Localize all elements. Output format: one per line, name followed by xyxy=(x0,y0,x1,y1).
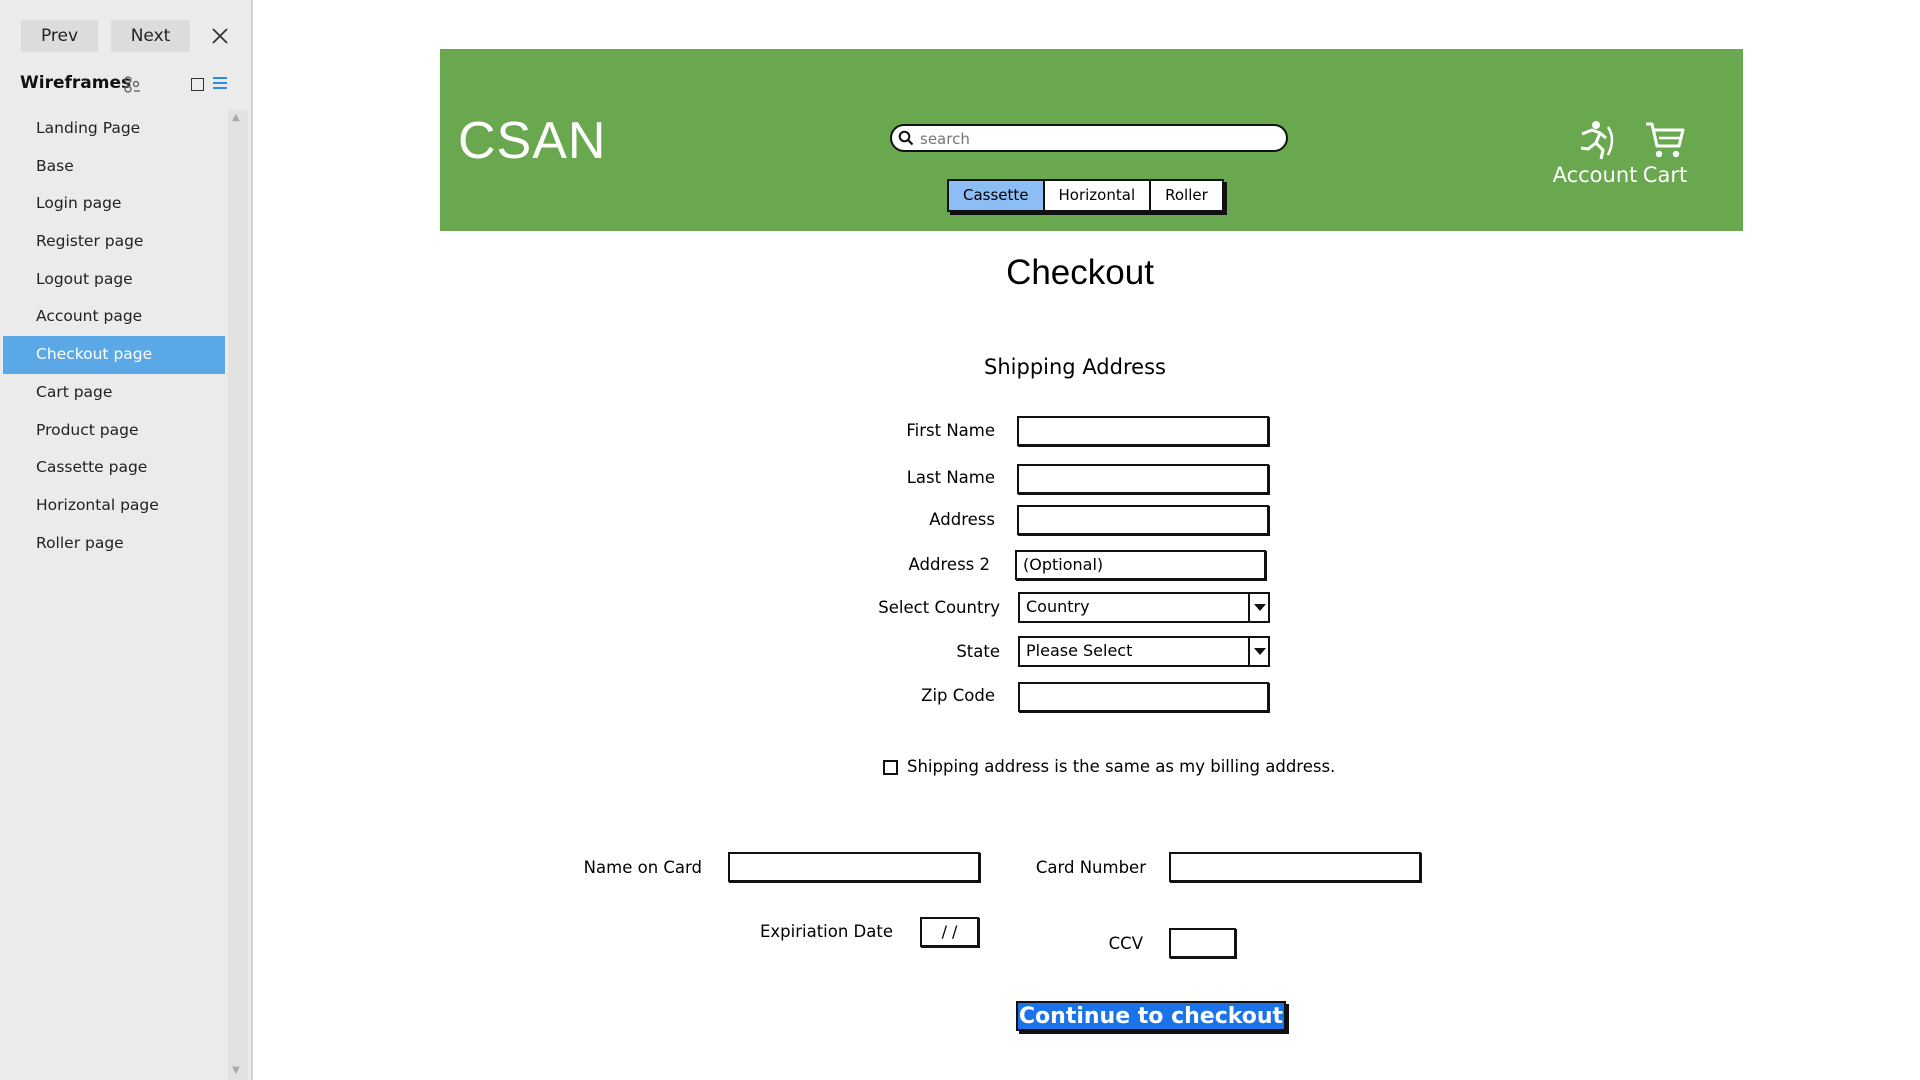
address-label: Address xyxy=(929,510,995,529)
running-person-icon xyxy=(1580,121,1614,160)
address2-label: Address 2 xyxy=(908,555,990,574)
search-bar[interactable] xyxy=(890,124,1288,152)
link-icon[interactable] xyxy=(122,75,142,95)
account-label: Account xyxy=(1552,163,1638,187)
state-select-value: Please Select xyxy=(1026,641,1133,660)
cart-label: Cart xyxy=(1642,163,1688,187)
country-select-value: Country xyxy=(1026,597,1090,616)
tab-horizontal[interactable]: Horizontal xyxy=(1044,181,1152,210)
country-select[interactable]: Country xyxy=(1018,592,1270,623)
next-button[interactable]: Next xyxy=(111,20,190,52)
page-item-base[interactable]: Base xyxy=(3,148,225,186)
page-item-logout[interactable]: Logout page xyxy=(3,261,225,299)
last-name-label: Last Name xyxy=(906,468,995,487)
panel-title: Wireframes xyxy=(20,73,132,93)
state-select[interactable]: Please Select xyxy=(1018,636,1270,667)
page-item-landing[interactable]: Landing Page xyxy=(3,110,225,148)
page-item-product[interactable]: Product page xyxy=(3,412,225,450)
scroll-down-icon[interactable]: ▼ xyxy=(232,1065,240,1076)
last-name-field[interactable] xyxy=(1017,464,1269,494)
scroll-up-icon[interactable]: ▲ xyxy=(232,112,240,123)
shopping-cart-icon xyxy=(1646,122,1685,158)
page-item-register[interactable]: Register page xyxy=(3,223,225,261)
ccv-field[interactable] xyxy=(1169,928,1236,958)
tab-cassette[interactable]: Cassette xyxy=(949,181,1045,210)
prev-button[interactable]: Prev xyxy=(21,20,98,52)
search-input[interactable] xyxy=(918,128,1272,150)
country-label: Select Country xyxy=(878,598,1000,617)
same-address-label: Shipping address is the same as my billi… xyxy=(907,757,1336,776)
page-title: Checkout xyxy=(1006,253,1154,292)
page-item-cassette[interactable]: Cassette page xyxy=(3,449,225,487)
site-header: CSAN Cassette Horizontal Roller Account … xyxy=(440,49,1743,231)
first-name-label: First Name xyxy=(906,421,995,440)
tab-roller[interactable]: Roller xyxy=(1151,181,1222,210)
ccv-label: CCV xyxy=(1108,934,1143,953)
zip-code-label: Zip Code xyxy=(921,686,995,705)
page-item-horizontal[interactable]: Horizontal page xyxy=(3,487,225,525)
page-item-account[interactable]: Account page xyxy=(3,298,225,336)
expiration-date-label: Expiriation Date xyxy=(759,922,893,941)
card-number-field[interactable] xyxy=(1169,852,1421,882)
zip-code-field[interactable] xyxy=(1018,682,1269,712)
page-item-checkout[interactable]: Checkout page xyxy=(3,336,225,374)
same-address-checkbox[interactable] xyxy=(883,760,898,775)
continue-to-checkout-button[interactable]: Continue to checkout xyxy=(1016,1001,1286,1031)
category-tabs: Cassette Horizontal Roller xyxy=(947,179,1224,212)
chevron-down-icon[interactable] xyxy=(1248,594,1268,621)
card-number-label: Card Number xyxy=(1035,858,1146,877)
search-icon xyxy=(898,130,914,146)
address-field[interactable] xyxy=(1017,505,1269,535)
shipping-section-title: Shipping Address xyxy=(984,355,1166,379)
address2-field[interactable]: (Optional) xyxy=(1015,550,1266,580)
wireframes-panel: Prev Next Wireframes Landing Page Base L… xyxy=(0,0,253,1080)
page-item-login[interactable]: Login page xyxy=(3,185,225,223)
state-label: State xyxy=(956,642,1000,661)
page-list: Landing Page Base Login page Register pa… xyxy=(0,110,228,562)
cart-link[interactable]: Cart xyxy=(1640,119,1690,187)
single-view-icon[interactable] xyxy=(191,78,204,91)
first-name-field[interactable] xyxy=(1017,416,1269,446)
close-icon[interactable] xyxy=(207,22,233,50)
name-on-card-field[interactable] xyxy=(728,852,980,882)
page-item-roller[interactable]: Roller page xyxy=(3,525,225,563)
page-item-cart[interactable]: Cart page xyxy=(3,374,225,412)
chevron-down-icon[interactable] xyxy=(1248,638,1268,665)
account-link[interactable]: Account xyxy=(1550,119,1640,187)
list-view-icon[interactable] xyxy=(213,77,227,91)
site-logo[interactable]: CSAN xyxy=(458,111,606,171)
page-list-scrollbar[interactable]: ▲ ▼ xyxy=(228,110,248,1080)
name-on-card-label: Name on Card xyxy=(583,858,702,877)
